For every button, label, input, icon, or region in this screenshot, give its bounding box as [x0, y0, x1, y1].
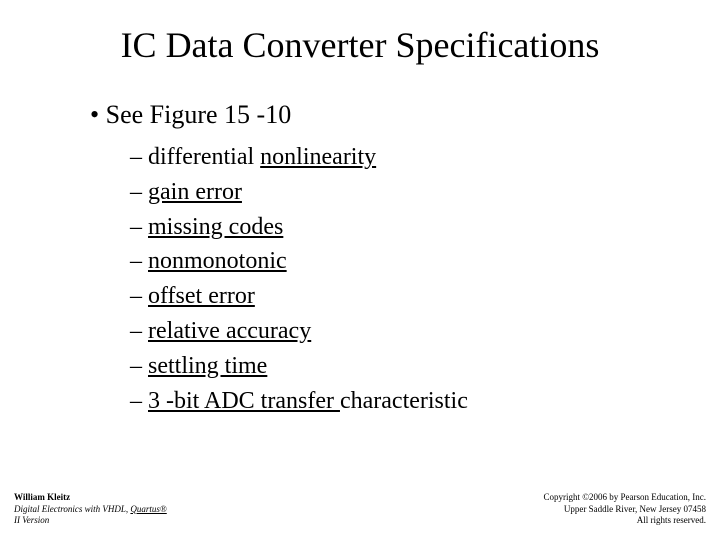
- list-item: –missing codes: [130, 210, 650, 245]
- list-item: –settling time: [130, 349, 650, 384]
- item-plain: differential: [148, 144, 260, 170]
- footer-book: Digital Electronics with VHDL, Quartus®: [14, 504, 167, 515]
- item-link[interactable]: settling time: [148, 353, 267, 379]
- item-link[interactable]: offset error: [148, 283, 255, 309]
- sublist: –differential nonlinearity –gain error –…: [130, 140, 650, 418]
- footer-rights: All rights reserved.: [543, 515, 706, 526]
- footer-book-line3: II Version: [14, 515, 167, 526]
- footer-left: William Kleitz Digital Electronics with …: [14, 492, 167, 526]
- footer-author: William Kleitz: [14, 492, 167, 503]
- footer-book-trademark: Quartus®: [130, 504, 166, 514]
- item-link[interactable]: relative accuracy: [148, 318, 311, 344]
- slide-body: See Figure 15 -10 –differential nonlinea…: [90, 100, 650, 418]
- list-item: –gain error: [130, 175, 650, 210]
- slide: IC Data Converter Specifications See Fig…: [0, 0, 720, 540]
- footer-copyright: Copyright ©2006 by Pearson Education, In…: [543, 492, 706, 503]
- footer-right: Copyright ©2006 by Pearson Education, In…: [543, 492, 706, 526]
- list-item: –relative accuracy: [130, 314, 650, 349]
- bullet-level1: See Figure 15 -10: [90, 100, 650, 130]
- item-link[interactable]: 3 -bit ADC transfer: [148, 388, 340, 414]
- list-item: –differential nonlinearity: [130, 140, 650, 175]
- item-link[interactable]: nonlinearity: [260, 144, 376, 170]
- footer-book-title: Digital Electronics with VHDL,: [14, 504, 130, 514]
- item-link[interactable]: gain error: [148, 179, 242, 205]
- footer-address: Upper Saddle River, New Jersey 07458: [543, 504, 706, 515]
- item-plain: characteristic: [340, 388, 468, 414]
- item-link[interactable]: nonmonotonic: [148, 248, 287, 274]
- list-item: –nonmonotonic: [130, 244, 650, 279]
- list-item: –3 -bit ADC transfer characteristic: [130, 384, 650, 419]
- item-link[interactable]: missing codes: [148, 214, 283, 240]
- slide-title: IC Data Converter Specifications: [0, 24, 720, 66]
- list-item: –offset error: [130, 279, 650, 314]
